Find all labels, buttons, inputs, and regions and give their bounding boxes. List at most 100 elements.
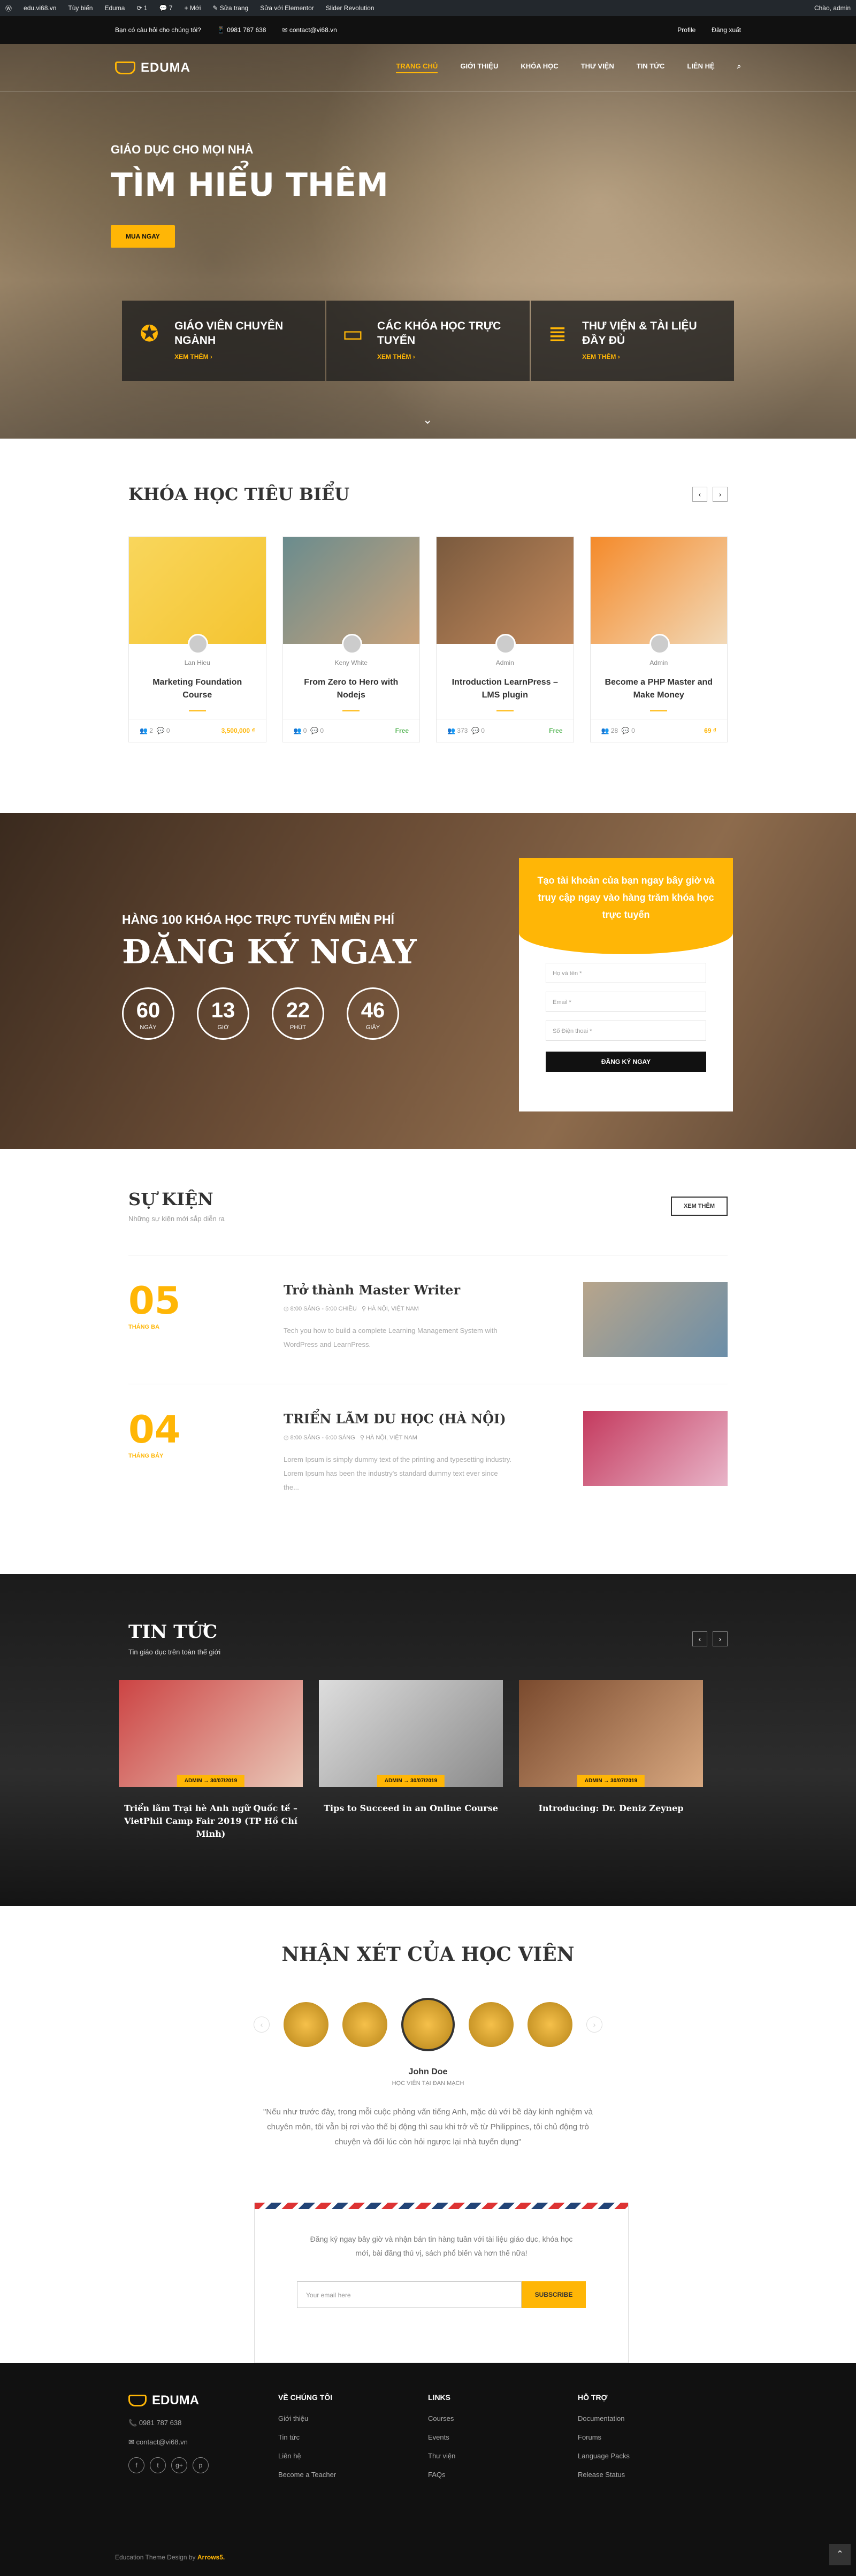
menu-courses[interactable]: KHÓA HỌC: [521, 62, 558, 73]
footer-logo[interactable]: EDUMA: [128, 2393, 278, 2408]
news-title[interactable]: Tips to Succeed in an Online Course: [319, 1802, 503, 1815]
email-field[interactable]: Email *: [546, 992, 706, 1012]
wp-slider-link[interactable]: Slider Revolution: [326, 4, 374, 12]
news-card[interactable]: ADMIN → 30/07/2019 Introducing: Dr. Deniz…: [519, 1680, 703, 1841]
wp-comments-link[interactable]: 💬 7: [159, 4, 173, 12]
avatar[interactable]: [284, 2002, 328, 2047]
footer-link[interactable]: Documentation: [578, 2414, 728, 2422]
footer-link[interactable]: Liên hệ: [278, 2452, 428, 2460]
wp-edit-page-link[interactable]: ✎ Sửa trang: [212, 4, 248, 12]
footer-link[interactable]: Release Status: [578, 2471, 728, 2479]
wp-user-greeting[interactable]: Chào, admin: [814, 4, 851, 12]
wp-logo-icon[interactable]: Ⓦ: [5, 4, 12, 13]
feature-online-courses[interactable]: ▭ CÁC KHÓA HỌC TRỰC TUYẾN XEM THÊM ›: [326, 301, 530, 381]
comments-icon: 💬 0: [156, 727, 170, 734]
event-title[interactable]: TRIỂN LÃM DU HỌC (HÀ NỘI): [284, 1411, 583, 1427]
course-title[interactable]: Marketing Foundation Course: [141, 676, 254, 703]
subscribe-button[interactable]: SUBSCRIBE: [522, 2281, 586, 2308]
avatar[interactable]: [401, 1998, 455, 2051]
twitter-icon[interactable]: t: [150, 2457, 166, 2473]
footer-email[interactable]: ✉ contact@vi68.vn: [128, 2438, 278, 2447]
course-card[interactable]: Admin Introduction LearnPress – LMS plugi…: [436, 536, 574, 742]
footer-link[interactable]: Language Packs: [578, 2452, 728, 2460]
menu-home[interactable]: TRANG CHỦ: [396, 62, 438, 73]
course-title[interactable]: From Zero to Hero with Nodejs: [295, 676, 408, 703]
event-image[interactable]: [583, 1282, 728, 1357]
footer-link[interactable]: Become a Teacher: [278, 2471, 428, 2479]
feature-library[interactable]: ≣ THƯ VIỆN & TÀI LIỆU ĐẦY ĐỦ XEM THÊM ›: [531, 301, 734, 381]
site-logo[interactable]: EDUMA: [115, 60, 190, 75]
footer-link[interactable]: Thư viện: [428, 2452, 578, 2460]
news-card[interactable]: ADMIN → 30/07/2019 Triển lãm Trại hè Anh …: [119, 1680, 303, 1841]
prev-arrow-icon[interactable]: ‹: [692, 1631, 707, 1646]
wp-site-link[interactable]: edu.vi68.vn: [24, 4, 56, 12]
event-desc: Lorem Ipsum is simply dummy text of the …: [284, 1455, 512, 1491]
wp-updates-link[interactable]: ⟳ 1: [136, 4, 147, 12]
news-image: ADMIN → 30/07/2019: [119, 1680, 303, 1787]
event-image[interactable]: [583, 1411, 728, 1486]
read-more-link[interactable]: XEM THÊM ›: [582, 353, 720, 361]
news-title[interactable]: Triển lãm Trại hè Anh ngữ Quốc tế – Viet…: [119, 1802, 303, 1841]
wp-new-link[interactable]: + Mới: [185, 4, 201, 12]
footer-link[interactable]: Courses: [428, 2414, 578, 2422]
wp-elementor-link[interactable]: Sửa với Elementor: [260, 4, 314, 12]
feature-teachers[interactable]: ✪ GIÁO VIÊN CHUYÊN NGÀNH XEM THÊM ›: [122, 301, 325, 381]
news-title[interactable]: Introducing: Dr. Deniz Zeynep: [519, 1802, 703, 1815]
next-arrow-icon[interactable]: ›: [586, 2017, 602, 2033]
footer-link[interactable]: Events: [428, 2433, 578, 2441]
avatar[interactable]: [469, 2002, 514, 2047]
buy-now-button[interactable]: MUA NGAY: [111, 225, 175, 248]
featured-courses: KHÓA HỌC TIÊU BIỂU ‹ › Lan Hieu Marketing …: [0, 439, 856, 813]
logout-link[interactable]: Đăng xuất: [712, 26, 741, 34]
back-to-top-icon[interactable]: ⌃: [829, 2544, 851, 2565]
footer-link[interactable]: Giới thiệu: [278, 2414, 428, 2422]
menu-news[interactable]: TIN TỨC: [637, 62, 665, 73]
course-author[interactable]: Lan Hieu: [129, 659, 266, 666]
scroll-down-icon[interactable]: ⌄: [423, 413, 432, 427]
footer-link[interactable]: Forums: [578, 2433, 728, 2441]
next-arrow-icon[interactable]: ›: [713, 487, 728, 502]
course-card[interactable]: Keny White From Zero to Hero with Nodejs 👥…: [282, 536, 420, 742]
read-more-link[interactable]: XEM THÊM ›: [174, 353, 311, 361]
event-day: 05: [128, 1279, 181, 1323]
phone-field[interactable]: Số Điện thoại *: [546, 1021, 706, 1041]
read-more-link[interactable]: XEM THÊM ›: [377, 353, 516, 361]
name-field[interactable]: Họ và tên *: [546, 963, 706, 983]
event-title[interactable]: Trở thành Master Writer: [284, 1282, 583, 1298]
view-all-events-button[interactable]: XEM THÊM: [670, 1196, 728, 1216]
search-icon[interactable]: ⌕: [737, 62, 741, 73]
course-author[interactable]: Admin: [591, 659, 728, 666]
course-title[interactable]: Introduction LearnPress – LMS plugin: [448, 676, 562, 703]
next-arrow-icon[interactable]: ›: [713, 1631, 728, 1646]
newsletter-email-input[interactable]: Your email here: [297, 2281, 522, 2308]
avatar[interactable]: [342, 2002, 387, 2047]
author-link[interactable]: Arrows5.: [197, 2554, 225, 2561]
wp-theme-link[interactable]: Eduma: [104, 4, 125, 12]
event-desc: Tech you how to build a complete Learnin…: [284, 1327, 498, 1348]
event-day: 04: [128, 1408, 181, 1452]
course-title[interactable]: Become a PHP Master and Make Money: [602, 676, 716, 703]
news-card[interactable]: ADMIN → 30/07/2019 Tips to Succeed in an …: [319, 1680, 503, 1841]
prev-arrow-icon[interactable]: ‹: [254, 2017, 270, 2033]
top-phone[interactable]: 📱 0981 787 638: [217, 26, 266, 34]
wp-customize-link[interactable]: Tùy biến: [68, 4, 93, 12]
course-author[interactable]: Admin: [437, 659, 574, 666]
facebook-icon[interactable]: f: [128, 2457, 144, 2473]
google-plus-icon[interactable]: g+: [171, 2457, 187, 2473]
profile-link[interactable]: Profile: [677, 26, 696, 34]
menu-about[interactable]: GIỚI THIỆU: [460, 62, 498, 73]
menu-contact[interactable]: LIÊN HỆ: [687, 62, 714, 73]
footer-link[interactable]: Tin tức: [278, 2433, 428, 2441]
footer-link[interactable]: FAQs: [428, 2471, 578, 2479]
course-card[interactable]: Admin Become a PHP Master and Make Money 👥…: [590, 536, 728, 742]
course-card[interactable]: Lan Hieu Marketing Foundation Course 👥 2 💬…: [128, 536, 266, 742]
avatar[interactable]: [528, 2002, 572, 2047]
top-email[interactable]: ✉ contact@vi68.vn: [282, 26, 337, 34]
register-button[interactable]: ĐĂNG KÝ NGAY: [546, 1052, 706, 1072]
menu-library[interactable]: THƯ VIỆN: [581, 62, 614, 73]
course-author[interactable]: Keny White: [283, 659, 420, 666]
footer-phone[interactable]: 📞 0981 787 638: [128, 2419, 278, 2427]
pinterest-icon[interactable]: p: [193, 2457, 209, 2473]
section-title: SỰ KIỆN: [128, 1189, 213, 1209]
prev-arrow-icon[interactable]: ‹: [692, 487, 707, 502]
